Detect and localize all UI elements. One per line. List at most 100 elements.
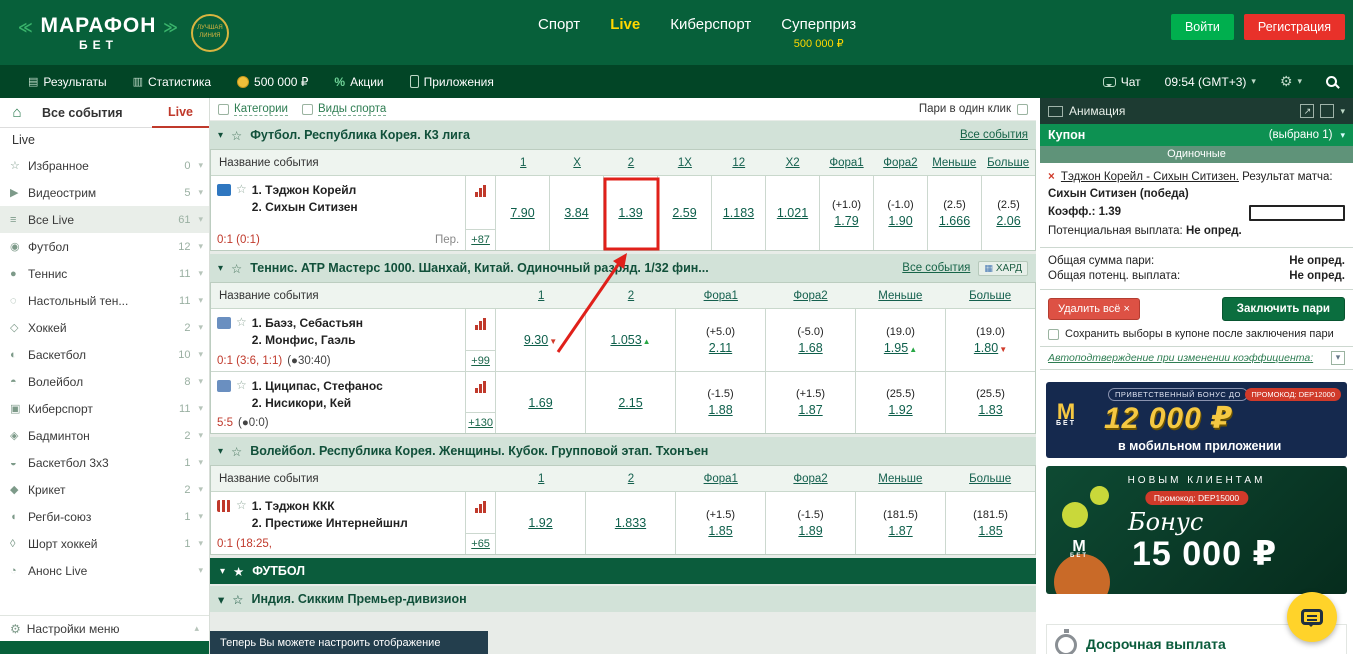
sidebar-item-basketball3x3[interactable]: ◒Баскетбол 3x31▾ (0, 449, 209, 476)
section-header-india[interactable]: ▾ ☆ Индия. Сикким Премьер-дивизион (210, 586, 1036, 612)
favorite-star-icon[interactable]: ☆ (236, 182, 247, 216)
animation-bar[interactable]: Анимация ↗ ▾ (1040, 98, 1353, 124)
nav-sport[interactable]: Спорт (538, 16, 580, 33)
more-markets-link[interactable]: +65 (466, 533, 495, 554)
one-click-bet[interactable]: Пари в один клик (919, 103, 1028, 115)
delete-all-button[interactable]: Удалить всё × (1048, 298, 1140, 320)
event-name-cell[interactable]: ☆ 1. Циципас, Стефанос 2. Нисикори, Кей … (211, 372, 465, 433)
expand-icon[interactable]: ↗ (1300, 104, 1314, 118)
odds-cell[interactable]: (2.5)1.666 (927, 176, 981, 250)
odds-cell[interactable]: (+1.5)1.85 (675, 492, 765, 554)
odds-cell[interactable]: 2.59 (657, 176, 711, 250)
column-header[interactable]: Фора1 (676, 473, 766, 485)
column-header[interactable]: Меньше (855, 473, 945, 485)
column-header[interactable]: 12 (712, 157, 766, 169)
sidebar-item-basketball[interactable]: ◐Баскетбол10▾ (0, 341, 209, 368)
column-header[interactable]: Больше (945, 290, 1035, 302)
odds-cell[interactable]: (-5.0)1.68 (765, 309, 855, 371)
odds-cell[interactable]: 1.053▲ (585, 309, 675, 371)
autoconfirm-bar[interactable]: Автоподтверждение при изменении коэффици… (1040, 346, 1353, 370)
favorite-star-icon[interactable]: ☆ (236, 378, 247, 412)
section-header[interactable]: ▾ ☆ Футбол. Республика Корея. К3 лига Вс… (210, 121, 1036, 149)
column-header[interactable]: Фора1 (676, 290, 766, 302)
event-name-cell[interactable]: ☆ 1. Баэз, Себастьян 2. Монфис, Гаэль 0:… (211, 309, 465, 371)
column-header[interactable]: X (550, 157, 604, 169)
column-header[interactable]: 1 (496, 290, 586, 302)
odds-cell[interactable]: 3.84 (549, 176, 603, 250)
keep-selections-checkbox[interactable] (1048, 329, 1059, 340)
sidebar-item-rugby[interactable]: ◖Регби-союз1▾ (0, 503, 209, 530)
sidebar-item-announce-live[interactable]: ◔Анонс Live▾ (0, 557, 209, 584)
sidebar-item-videostream[interactable]: ▶Видеострим5▾ (0, 179, 209, 206)
favorite-star-icon[interactable]: ☆ (231, 261, 242, 276)
favorite-star-icon[interactable]: ☆ (236, 315, 247, 349)
nav-live[interactable]: Live (610, 16, 640, 33)
sidebar-item-table-tennis[interactable]: ◌Настольный тен...11▾ (0, 287, 209, 314)
stake-input[interactable] (1249, 205, 1345, 221)
sport-group-header-football[interactable]: ▾ ★ ФУТБОЛ (210, 558, 1036, 584)
all-events-link[interactable]: Все события (902, 262, 970, 274)
odds-cell[interactable]: (19.0)1.80▼ (945, 309, 1035, 371)
section-header[interactable]: ▾ ☆ Теннис. ATP Мастерс 1000. Шанхай, Ки… (210, 254, 1036, 282)
categories-checkbox[interactable] (218, 104, 229, 115)
sidebar-item-favorites[interactable]: ☆Избранное0▾ (0, 152, 209, 179)
stats-chart-icon[interactable] (475, 318, 486, 330)
login-button[interactable]: Войти (1171, 14, 1234, 40)
odds-cell[interactable]: (25.5)1.92 (855, 372, 945, 433)
column-header[interactable]: Фора2 (766, 290, 856, 302)
favorite-star-icon[interactable]: ☆ (231, 128, 242, 143)
odds-cell[interactable]: 1.833 (585, 492, 675, 554)
settings-menu[interactable]: ⚙▾ (1280, 73, 1302, 90)
new-clients-banner[interactable]: МБЕТ НОВЫМ КЛИЕНТАМ Промокод: DEP15000 Б… (1046, 466, 1347, 594)
odds-cell[interactable]: 1.92 (495, 492, 585, 554)
sidebar-item-short-hockey[interactable]: ◊Шорт хоккей1▾ (0, 530, 209, 557)
all-events-link[interactable]: Все события (960, 129, 1028, 141)
odds-cell[interactable]: (-1.0)1.90 (873, 176, 927, 250)
bet-match-link[interactable]: Тэджон Корейл - Сихын Ситизен. (1061, 171, 1239, 183)
home-icon[interactable]: ⌂ (0, 104, 34, 121)
tab-all-events[interactable]: Все события (34, 106, 152, 120)
support-chat-button[interactable] (1287, 592, 1337, 642)
jackpot-link[interactable]: 500 000 ₽ (237, 75, 308, 89)
odds-cell-selected[interactable]: 1.39 (603, 176, 657, 250)
odds-cell[interactable]: 2.15 (585, 372, 675, 433)
results-link[interactable]: ▤Результаты (28, 75, 107, 89)
odds-cell[interactable]: (+1.5)1.87 (765, 372, 855, 433)
more-markets-link[interactable]: +130 (466, 412, 495, 433)
nav-superprize[interactable]: Суперприз 500 000 ₽ (781, 16, 856, 50)
odds-cell[interactable]: (+1.0)1.79 (819, 176, 873, 250)
tab-live[interactable]: Live (152, 98, 209, 128)
register-button[interactable]: Регистрация (1244, 14, 1345, 40)
one-click-checkbox[interactable] (1017, 104, 1028, 115)
sidebar-item-cricket[interactable]: ◆Крикет2▾ (0, 476, 209, 503)
chevron-down-icon[interactable]: ▾ (1340, 106, 1345, 117)
column-header[interactable]: Меньше (927, 157, 981, 169)
more-markets-link[interactable]: +99 (466, 350, 495, 371)
apps-link[interactable]: Приложения (410, 75, 494, 89)
column-header[interactable]: 1 (496, 473, 586, 485)
favorite-star-icon[interactable]: ☆ (231, 444, 242, 459)
categories-filter[interactable]: Категории (218, 103, 288, 116)
mobile-app-banner[interactable]: МБЕТ ПРИВЕТСТВЕННЫЙ БОНУС ДО ПРОМОКОД: D… (1046, 382, 1347, 458)
odds-cell[interactable]: (181.5)1.85 (945, 492, 1035, 554)
sports-filter[interactable]: Виды спорта (302, 103, 386, 116)
sidebar-item-tennis[interactable]: ●Теннис11▾ (0, 260, 209, 287)
more-markets-link[interactable]: +87 (466, 229, 495, 250)
column-header[interactable]: X2 (766, 157, 820, 169)
column-header[interactable]: 1X (658, 157, 712, 169)
coupon-header[interactable]: Купон (выбрано 1) ▾ (1040, 124, 1353, 146)
column-header[interactable]: Больше (981, 157, 1035, 169)
odds-cell[interactable]: 1.183 (711, 176, 765, 250)
column-header[interactable]: 1 (496, 157, 550, 169)
odds-cell[interactable]: 1.69 (495, 372, 585, 433)
sidebar-item-cybersport[interactable]: ▣Киберспорт11▾ (0, 395, 209, 422)
nav-cybersport[interactable]: Киберспорт (670, 16, 751, 33)
favorite-star-icon[interactable]: ☆ (236, 498, 247, 532)
sports-checkbox[interactable] (302, 104, 313, 115)
marathonbet-logo[interactable]: ≪ МАРАФОН ≫ БЕТ (18, 14, 179, 52)
menu-settings[interactable]: ⚙ Настройки меню ▴ (0, 615, 209, 641)
statistics-link[interactable]: ▥Статистика (133, 75, 211, 89)
odds-cell[interactable]: 9.30▼ (495, 309, 585, 371)
search-icon[interactable] (1326, 76, 1337, 87)
remove-selection-icon[interactable]: × (1048, 171, 1055, 183)
